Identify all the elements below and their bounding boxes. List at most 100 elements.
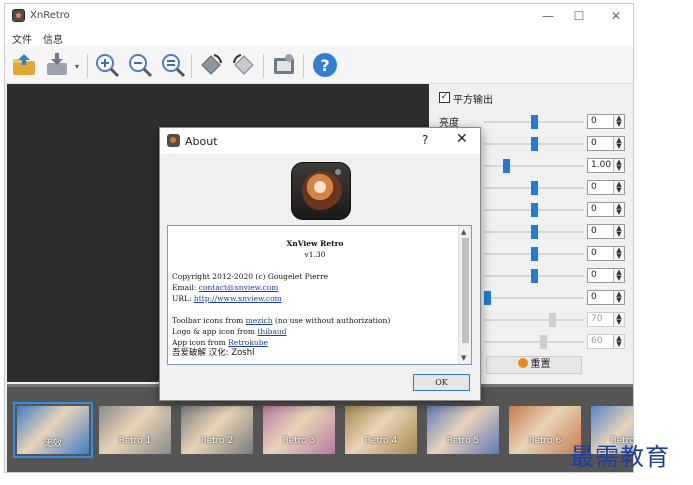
slider-track[interactable]	[484, 203, 584, 217]
preset-preview-image	[263, 406, 335, 454]
about-help-button[interactable]: ?	[422, 133, 428, 147]
spin-arrows-icon[interactable]: ▲ ▼	[613, 181, 624, 194]
spinbox-value: 0	[591, 116, 597, 126]
spin-arrows-icon[interactable]: ▲ ▼	[613, 225, 624, 238]
slider-track[interactable]	[484, 247, 584, 261]
about-app-name: XnView Retro	[286, 239, 344, 248]
scroll-up-icon[interactable]: ▲	[461, 228, 466, 236]
slider-thumb[interactable]	[540, 335, 547, 349]
spin-arrows-icon[interactable]: ▲ ▼	[613, 269, 624, 282]
spin-arrows-icon[interactable]: ▲ ▼	[613, 159, 624, 172]
slider-thumb[interactable]	[484, 291, 491, 305]
square-output-checkbox[interactable]: ✓	[439, 92, 450, 103]
slider-track[interactable]	[484, 181, 584, 195]
spin-arrows-icon[interactable]: ▲ ▼	[613, 313, 624, 326]
compare-icon[interactable]	[271, 52, 297, 78]
toolbar-separator	[87, 54, 88, 78]
spinbox-value: 0	[591, 248, 597, 258]
slider-thumb[interactable]	[549, 313, 556, 327]
spinbox-value: 0	[591, 138, 597, 148]
value-spinbox[interactable]: 70 ▲ ▼	[587, 312, 625, 327]
preset-thumbnail[interactable]: Retro 1	[99, 406, 171, 454]
slider-track[interactable]	[484, 137, 584, 151]
spinbox-value: 0	[591, 204, 597, 214]
window-title: XnRetro	[30, 10, 70, 21]
value-spinbox[interactable]: 0 ▲ ▼	[587, 224, 625, 239]
preset-name: Retro 4	[364, 436, 398, 446]
export-icon[interactable]	[45, 52, 71, 78]
mezich-link[interactable]: mezich	[246, 316, 273, 325]
spin-arrows-icon[interactable]: ▲ ▼	[613, 203, 624, 216]
preset-thumbnail[interactable]: Retro 4	[345, 406, 417, 454]
thibaud-link[interactable]: thibaud	[257, 327, 286, 336]
lens-icon	[302, 171, 342, 211]
slider-track[interactable]	[484, 335, 584, 349]
value-spinbox[interactable]: 0 ▲ ▼	[587, 246, 625, 261]
preset-thumbnail[interactable]: Retro 2	[181, 406, 253, 454]
scroll-down-icon[interactable]: ▼	[461, 354, 466, 362]
about-dialog: About ? ✕ XnView Retro v1.30 Copyright 2…	[159, 127, 481, 401]
help-icon[interactable]: ?	[312, 52, 338, 78]
toolbar-separator	[303, 54, 304, 78]
scroll-thumb[interactable]	[462, 238, 469, 343]
app-credit-prefix: App icon from	[172, 338, 226, 347]
zoom-in-icon[interactable]	[94, 52, 120, 78]
email-link[interactable]: contact@xnview.com	[199, 283, 279, 292]
value-spinbox[interactable]: 0 ▲ ▼	[587, 268, 625, 283]
open-icon[interactable]	[11, 52, 37, 78]
slider-track[interactable]	[484, 159, 584, 173]
url-link[interactable]: http://www.xnview.com	[194, 294, 282, 303]
preset-name: Retro 1	[118, 436, 152, 446]
reset-button[interactable]: 重置	[486, 356, 582, 374]
slider-thumb[interactable]	[531, 137, 538, 151]
slider-thumb[interactable]	[531, 181, 538, 195]
spin-arrows-icon[interactable]: ▲ ▼	[613, 247, 624, 260]
menu-bar: 文件 信息	[5, 28, 633, 46]
close-button[interactable]: ✕	[603, 7, 629, 25]
value-spinbox[interactable]: 1.00 ▲ ▼	[587, 158, 625, 173]
value-spinbox[interactable]: 0 ▲ ▼	[587, 180, 625, 195]
maximize-button[interactable]: ☐	[566, 7, 592, 25]
app-logo-icon	[12, 9, 25, 22]
preset-thumbnail[interactable]: 无效	[13, 402, 93, 458]
slider-thumb[interactable]	[503, 159, 510, 173]
preset-thumbnail[interactable]: Retro 3	[263, 406, 335, 454]
value-spinbox[interactable]: 0 ▲ ▼	[587, 114, 625, 129]
minimize-button[interactable]: —	[535, 7, 561, 25]
rotate-right-icon[interactable]	[198, 52, 224, 78]
value-spinbox[interactable]: 0 ▲ ▼	[587, 290, 625, 305]
slider-track[interactable]	[484, 225, 584, 239]
retrokube-link[interactable]: Retrokube	[228, 338, 268, 347]
about-scrollbar[interactable]: ▲ ▼	[458, 226, 471, 364]
value-spinbox[interactable]: 60 ▲ ▼	[587, 334, 625, 349]
zoom-fit-icon[interactable]	[160, 52, 186, 78]
slider-thumb[interactable]	[531, 225, 538, 239]
spin-arrows-icon[interactable]: ▲ ▼	[613, 137, 624, 150]
value-spinbox[interactable]: 0 ▲ ▼	[587, 136, 625, 151]
preset-name: 无效	[43, 439, 62, 449]
spin-arrows-icon[interactable]: ▲ ▼	[613, 335, 624, 348]
about-close-button[interactable]: ✕	[456, 131, 468, 147]
ok-button[interactable]: OK	[413, 374, 470, 391]
rotate-left-icon[interactable]	[231, 52, 257, 78]
slider-thumb[interactable]	[531, 269, 538, 283]
slider-track[interactable]	[484, 269, 584, 283]
spin-arrows-icon[interactable]: ▲ ▼	[613, 291, 624, 304]
about-text-box[interactable]: XnView Retro v1.30 Copyright 2012-2020 (…	[167, 225, 472, 365]
watermark-text: 最需教育	[570, 443, 670, 471]
slider-track[interactable]	[484, 115, 584, 129]
square-output-label: 平方输出	[453, 95, 493, 106]
slider-track[interactable]	[484, 313, 584, 327]
value-spinbox[interactable]: 0 ▲ ▼	[587, 202, 625, 217]
chevron-down-icon[interactable]: ▾	[75, 62, 79, 71]
menu-file[interactable]: 文件	[12, 31, 32, 46]
menu-info[interactable]: 信息	[43, 31, 63, 46]
spin-arrows-icon[interactable]: ▲ ▼	[613, 115, 624, 128]
slider-thumb[interactable]	[531, 247, 538, 261]
zoom-out-icon[interactable]	[127, 52, 153, 78]
slider-track[interactable]	[484, 291, 584, 305]
preset-thumbnail[interactable]: Retro 5	[427, 406, 499, 454]
slider-thumb[interactable]	[531, 203, 538, 217]
toolbar-credit-suffix: (no use without authorization)	[274, 316, 391, 325]
slider-thumb[interactable]	[531, 115, 538, 129]
